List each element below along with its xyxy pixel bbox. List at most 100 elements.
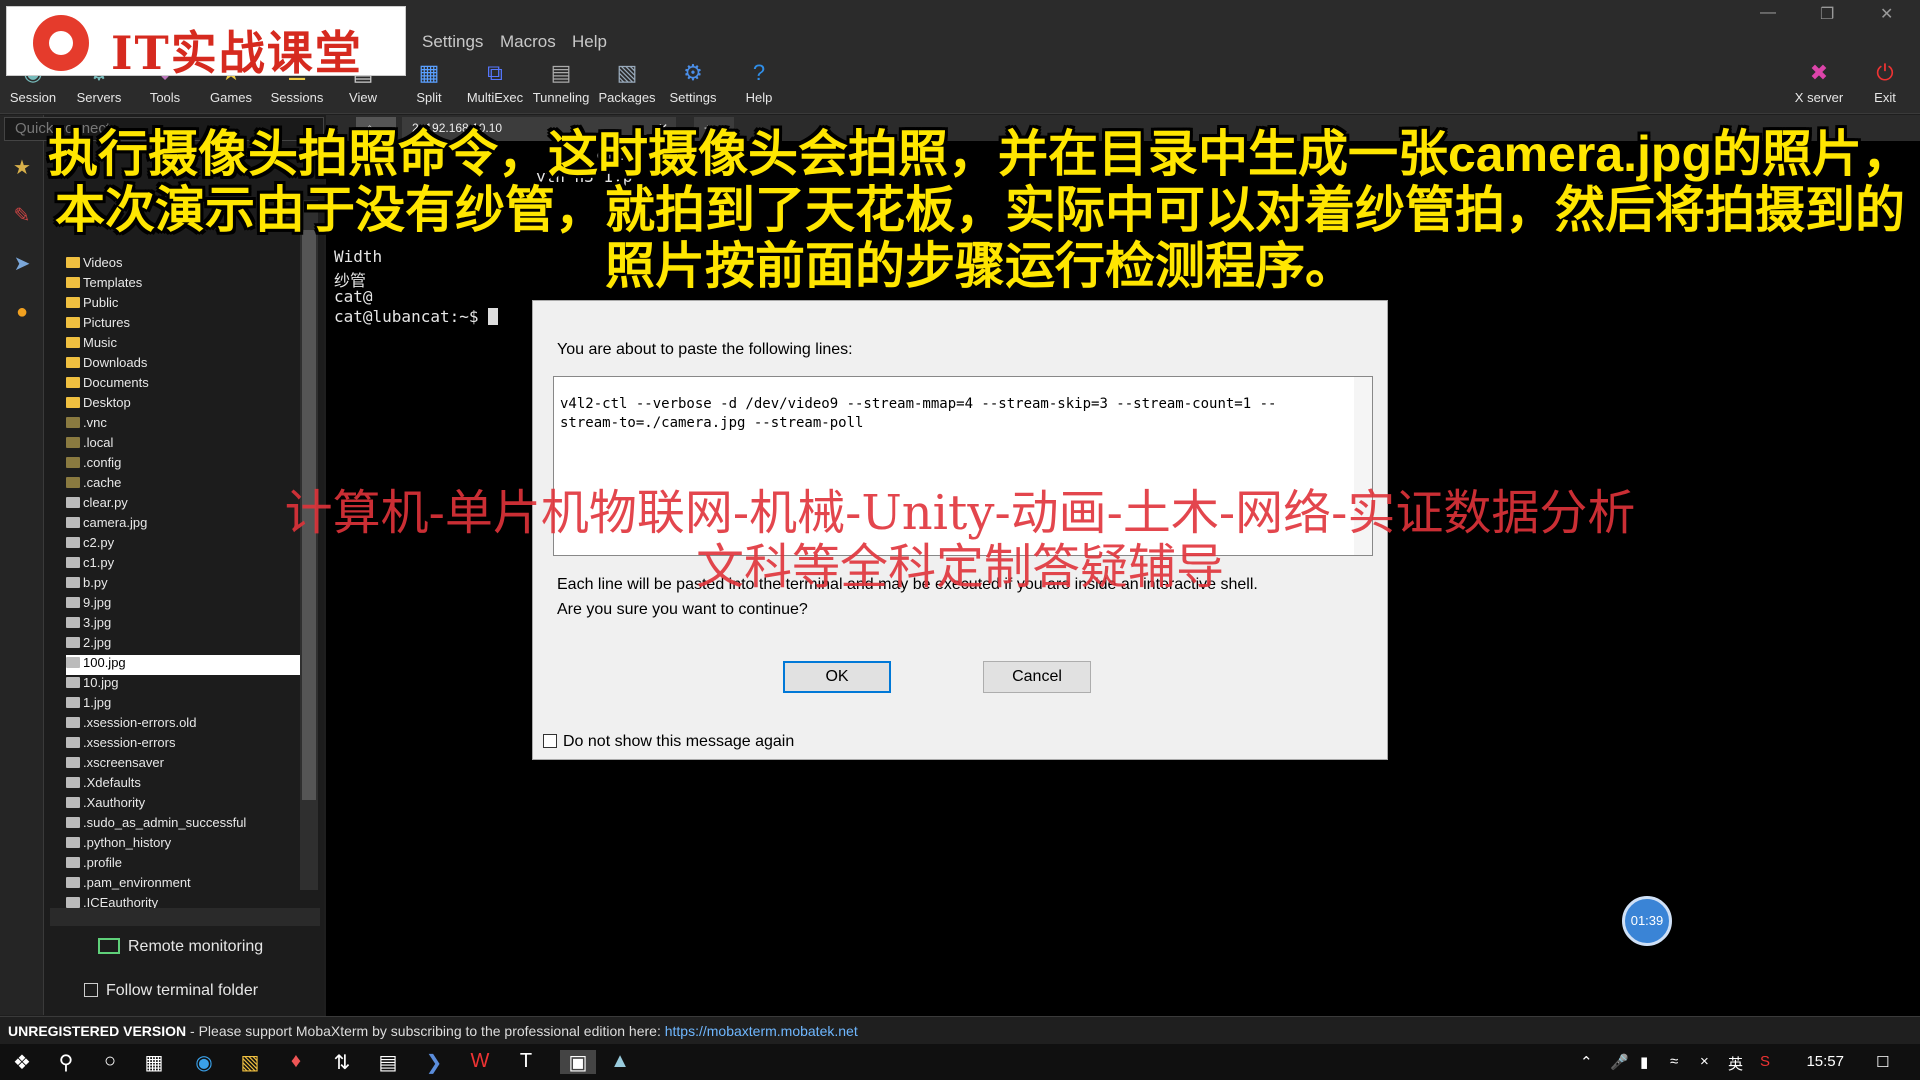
file-list-item[interactable]: .profile xyxy=(66,855,122,875)
file-icon xyxy=(66,737,80,748)
file-list-item[interactable]: 2.jpg xyxy=(66,635,111,655)
file-list-item[interactable]: camera.jpg xyxy=(66,515,147,535)
file-icon xyxy=(66,657,80,668)
file-list-item[interactable]: .local xyxy=(66,435,113,455)
file-list-item[interactable]: .xsession-errors.old xyxy=(66,715,196,735)
file-list-item[interactable]: .sudo_as_admin_successful xyxy=(66,815,246,835)
file-list-item[interactable]: .pam_environment xyxy=(66,875,191,895)
file-list-item[interactable]: .Xauthority xyxy=(66,795,145,815)
powershell-icon[interactable]: ❯ xyxy=(422,1050,446,1074)
app-icon[interactable]: ▤ xyxy=(376,1050,400,1074)
xserver-button[interactable]: ✖ X server xyxy=(1786,56,1852,112)
close-window-button[interactable]: ✕ xyxy=(1880,4,1893,24)
file-explorer-icon[interactable]: ▧ xyxy=(238,1050,262,1074)
cortana-icon[interactable]: ○ xyxy=(98,1050,122,1074)
minimize-button[interactable]: — xyxy=(1760,4,1776,22)
file-list-item[interactable]: .xscreensaver xyxy=(66,755,164,775)
menu-macros[interactable]: Macros xyxy=(500,32,556,52)
macro-icon[interactable]: ● xyxy=(10,301,34,325)
file-list-item[interactable]: .cache xyxy=(66,475,121,495)
dialog-intro: You are about to paste the following lin… xyxy=(557,341,853,358)
file-icon xyxy=(66,717,80,728)
toolbar-help-button[interactable]: ? Help xyxy=(726,56,792,112)
file-list-item[interactable]: .vnc xyxy=(66,415,107,435)
remote-monitoring-button[interactable]: Remote monitoring xyxy=(98,938,263,956)
file-list-item[interactable]: Pictures xyxy=(66,315,130,335)
app-icon[interactable]: ♦ xyxy=(284,1050,308,1074)
file-list-item[interactable]: 10.jpg xyxy=(66,675,118,695)
notification-icon[interactable]: ☐ xyxy=(1876,1053,1889,1071)
file-list-item[interactable]: c2.py xyxy=(66,535,114,555)
cancel-button[interactable]: Cancel xyxy=(983,661,1091,693)
follow-checkbox[interactable] xyxy=(84,983,98,997)
ok-button[interactable]: OK xyxy=(783,661,891,693)
search-icon[interactable]: ⚲ xyxy=(54,1050,78,1074)
file-list-item[interactable]: 9.jpg xyxy=(66,595,111,615)
wps-icon[interactable]: W xyxy=(468,1050,492,1074)
dont-show-again[interactable]: Do not show this message again xyxy=(543,733,794,751)
file-list-item[interactable]: .xsession-errors xyxy=(66,735,175,755)
file-icon xyxy=(66,577,80,588)
file-icon xyxy=(66,877,80,888)
toolbar-multiexec-button[interactable]: ⧉ MultiExec xyxy=(462,56,528,112)
tools-side-icon[interactable]: ✎ xyxy=(10,203,34,227)
mobaxterm-link[interactable]: https://mobaxterm.mobatek.net xyxy=(665,1023,858,1039)
battery-icon[interactable]: ▮ xyxy=(1640,1053,1648,1071)
file-list-item[interactable]: Documents xyxy=(66,375,149,395)
file-list-item[interactable]: clear.py xyxy=(66,495,128,515)
file-name: 9.jpg xyxy=(83,595,112,610)
toolbar-settings-button[interactable]: ⚙ Settings xyxy=(660,56,726,112)
app-icon[interactable]: ▲ xyxy=(608,1050,632,1074)
file-name: 2.jpg xyxy=(83,635,112,650)
file-list-item[interactable]: .python_history xyxy=(66,835,171,855)
menu-help[interactable]: Help xyxy=(572,32,607,52)
microphone-icon[interactable]: 🎤 xyxy=(1610,1053,1629,1071)
exit-button[interactable]: ⏻ Exit xyxy=(1852,56,1918,112)
file-name: Pictures xyxy=(83,315,130,330)
toolbar-tunneling-button[interactable]: ▤ Tunneling xyxy=(528,56,594,112)
wifi-icon[interactable]: ≈ xyxy=(1670,1053,1678,1070)
clock[interactable]: 15:57 xyxy=(1806,1053,1844,1070)
volume-muted-icon[interactable]: × xyxy=(1700,1053,1709,1070)
file-name: .sudo_as_admin_successful xyxy=(83,815,247,830)
windows-start-icon[interactable]: ❖ xyxy=(10,1050,34,1074)
star-icon[interactable]: ★ xyxy=(10,155,34,179)
file-name: .pam_environment xyxy=(83,875,191,890)
watermark-line: 文科等全科定制答疑辅导 xyxy=(695,539,1224,595)
typora-icon[interactable]: T xyxy=(514,1050,538,1074)
file-list-item[interactable]: .config xyxy=(66,455,121,475)
sogou-icon[interactable]: S xyxy=(1760,1053,1770,1070)
file-list-item[interactable]: b.py xyxy=(66,575,108,595)
file-list-item[interactable]: .Xdefaults xyxy=(66,775,141,795)
toolbar-packages-button[interactable]: ▧ Packages xyxy=(594,56,660,112)
file-name: Downloads xyxy=(83,355,148,370)
file-list-item[interactable]: Downloads xyxy=(66,355,147,375)
toolbar-label: Session xyxy=(9,90,57,105)
dont-show-checkbox[interactable] xyxy=(543,734,557,748)
file-list-item[interactable]: Desktop xyxy=(66,395,131,415)
follow-terminal-folder[interactable]: Follow terminal folder xyxy=(84,982,258,1000)
file-list-item[interactable]: Music xyxy=(66,335,117,355)
file-list-item[interactable]: 3.jpg xyxy=(66,615,111,635)
file-list-item[interactable]: 100.jpg xyxy=(66,655,300,675)
folder-icon xyxy=(66,297,80,308)
tray-expand-icon[interactable]: ⌃ xyxy=(1580,1053,1593,1071)
restore-button[interactable]: ❐ xyxy=(1820,4,1834,24)
edge-icon[interactable]: ◉ xyxy=(192,1050,216,1074)
mobaxterm-task-icon[interactable]: ▣ xyxy=(560,1050,596,1074)
file-icon xyxy=(66,537,80,548)
file-list-item[interactable]: Public xyxy=(66,295,118,315)
task-view-icon[interactable]: ▦ xyxy=(142,1050,166,1074)
file-hscrollbar[interactable] xyxy=(50,908,320,926)
file-list-item[interactable]: 1.jpg xyxy=(66,695,111,715)
file-list-item[interactable]: c1.py xyxy=(66,555,114,575)
ime-indicator[interactable]: 英 xyxy=(1728,1053,1743,1074)
file-name: clear.py xyxy=(83,495,128,510)
code-line: stream-to=./camera.jpg --stream-poll xyxy=(560,415,864,431)
send-icon[interactable]: ➤ xyxy=(10,251,34,275)
tunneling-icon: ▤ xyxy=(550,60,572,85)
app-icon[interactable]: ⇅ xyxy=(330,1050,354,1074)
file-icon xyxy=(66,697,80,708)
logo: IT实战课堂 xyxy=(6,6,406,80)
menu-settings[interactable]: Settings xyxy=(422,32,483,52)
